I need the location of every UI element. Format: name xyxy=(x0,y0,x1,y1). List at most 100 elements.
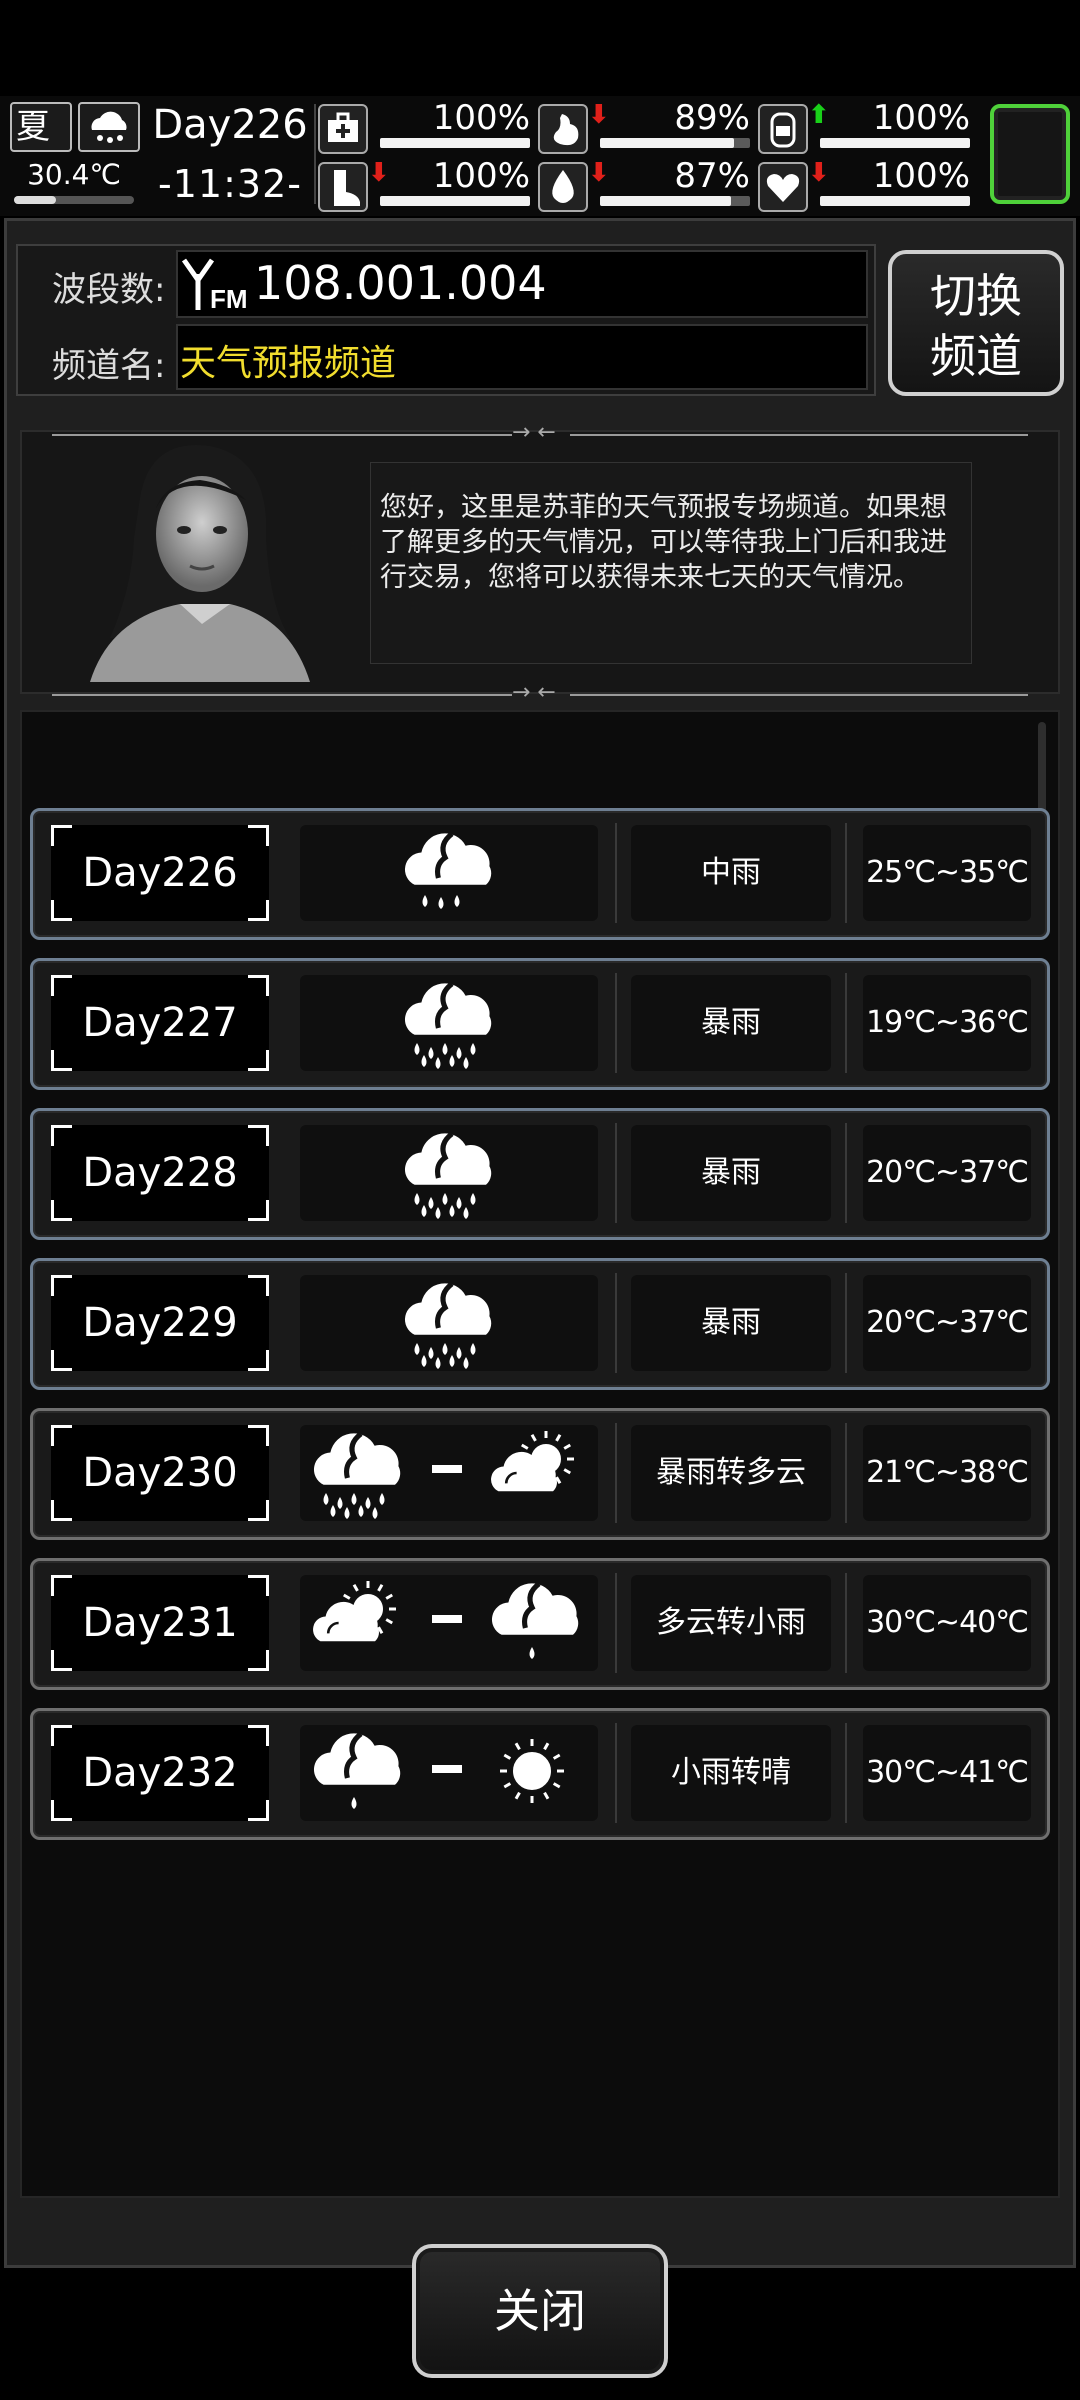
forecast-temperature: 19℃~36℃ xyxy=(863,975,1031,1071)
season-badge: 夏 xyxy=(10,102,72,152)
divider xyxy=(615,823,617,923)
divider xyxy=(615,1273,617,1373)
forecast-day: Day229 xyxy=(82,1300,238,1346)
forecast-day-cell: Day227 xyxy=(51,975,269,1071)
forecast-day-cell: Day232 xyxy=(51,1725,269,1821)
transition-dash-icon xyxy=(432,1465,462,1473)
fm-label: FM xyxy=(210,284,248,314)
forecast-temperature: 25℃~35℃ xyxy=(863,825,1031,921)
divider xyxy=(615,1123,617,1223)
inventory-slot-button[interactable] xyxy=(990,104,1070,204)
forecast-day: Day230 xyxy=(82,1450,238,1496)
band-label: 波段数: xyxy=(52,270,166,310)
divider xyxy=(845,1423,847,1523)
forecast-day-cell: Day226 xyxy=(51,825,269,921)
forecast-row[interactable]: Day228 暴雨 20℃~37℃ xyxy=(30,1108,1050,1240)
divider xyxy=(314,104,316,204)
forecast-day-cell: Day228 xyxy=(51,1125,269,1221)
divider xyxy=(845,1273,847,1373)
current-day: Day226 xyxy=(152,102,308,148)
forecast-row[interactable]: Day232 小雨转晴 30℃~41℃ xyxy=(30,1708,1050,1840)
forecast-row[interactable]: Day227 暴雨 19℃~36℃ xyxy=(30,958,1050,1090)
partly-cloudy-icon xyxy=(313,1581,396,1642)
close-button-label: 关闭 xyxy=(494,2284,586,2338)
divider xyxy=(845,1723,847,1823)
sunny-icon xyxy=(500,1739,564,1803)
stat-bar-fill xyxy=(600,196,731,206)
forecast-temperature: 30℃~41℃ xyxy=(863,1725,1031,1821)
stat-value: 100% xyxy=(432,156,530,196)
stat-bar-fill xyxy=(600,138,734,148)
forecast-icon-cell xyxy=(300,825,598,921)
rainstorm-icon xyxy=(404,981,492,1069)
stat-value: 100% xyxy=(872,156,970,196)
rainstorm-icon xyxy=(313,1431,401,1519)
forecast-row[interactable]: Day229 暴雨 20℃~37℃ xyxy=(30,1258,1050,1390)
switch-channel-button[interactable]: 切换 频道 xyxy=(888,250,1064,396)
forecast-icon-cell xyxy=(300,1275,598,1371)
forecast-icon-cell xyxy=(300,975,598,1071)
divider xyxy=(615,1423,617,1523)
stat-value: 87% xyxy=(674,156,750,196)
forecast-condition: 暴雨 xyxy=(631,1275,831,1371)
rain-light-icon xyxy=(491,1581,579,1659)
forecast-temperature: 20℃~37℃ xyxy=(863,1125,1031,1221)
forecast-temperature: 21℃~38℃ xyxy=(863,1425,1031,1521)
transition-dash-icon xyxy=(432,1765,462,1773)
current-time: -11:32- xyxy=(158,162,302,206)
divider xyxy=(845,973,847,1073)
announcer-message: 您好，这里是苏菲的天气预报专场频道。如果想了解更多的天气情况，可以等待我上门后和… xyxy=(380,492,947,593)
forecast-temperature: 20℃~37℃ xyxy=(863,1275,1031,1371)
forecast-day: Day227 xyxy=(82,1000,238,1046)
announcer-portrait xyxy=(70,438,320,682)
stat-bar-fill xyxy=(380,138,530,148)
switch-channel-label-1: 切换 xyxy=(930,269,1022,323)
season-label: 夏 xyxy=(16,107,50,147)
stat-value: 89% xyxy=(674,98,750,138)
rainstorm-icon xyxy=(404,1281,492,1369)
stat-value: 100% xyxy=(432,98,530,138)
channel-name-label: 频道名: xyxy=(52,346,166,386)
decorative-line xyxy=(52,434,512,436)
forecast-row[interactable]: Day231 多云转小雨 30℃~40℃ xyxy=(30,1558,1050,1690)
divider xyxy=(615,1723,617,1823)
forecast-day: Day228 xyxy=(82,1150,238,1196)
forecast-condition: 中雨 xyxy=(631,825,831,921)
forecast-day: Day232 xyxy=(82,1750,238,1796)
forecast-condition: 暴雨 xyxy=(631,1125,831,1221)
temperature-readout: 30.4℃ xyxy=(27,158,121,191)
forecast-day: Day226 xyxy=(82,850,238,896)
rain-medium-icon xyxy=(404,831,492,909)
divider xyxy=(845,1123,847,1223)
forecast-condition: 暴雨 xyxy=(631,975,831,1071)
forecast-row[interactable]: Day226 中雨 25℃~35℃ xyxy=(30,808,1050,940)
forecast-icon-cell xyxy=(300,1425,598,1521)
antenna-icon: FM xyxy=(180,254,250,314)
forecast-icon-cell xyxy=(300,1575,598,1671)
forecast-day: Day231 xyxy=(82,1600,238,1646)
forecast-condition: 多云转小雨 xyxy=(631,1575,831,1671)
divider xyxy=(845,1573,847,1673)
forecast-condition: 暴雨转多云 xyxy=(631,1425,831,1521)
transition-dash-icon xyxy=(432,1615,462,1623)
decorative-arrow-icon: → ← xyxy=(512,680,556,705)
stat-bar-fill xyxy=(380,196,530,206)
close-button[interactable]: 关闭 xyxy=(412,2244,668,2378)
forecast-condition: 小雨转晴 xyxy=(631,1725,831,1821)
partly-cloudy-icon xyxy=(491,1431,574,1492)
rainstorm-icon xyxy=(404,1131,492,1219)
stat-value: 100% xyxy=(872,98,970,138)
decorative-line xyxy=(570,434,1028,436)
forecast-row[interactable]: Day230 暴雨转多云 21℃~38℃ xyxy=(30,1408,1050,1540)
channel-name-value: 天气预报频道 xyxy=(180,343,397,384)
decorative-arrow-icon: → ← xyxy=(512,420,556,445)
divider xyxy=(845,823,847,923)
divider xyxy=(615,973,617,1073)
forecast-temperature: 30℃~40℃ xyxy=(863,1575,1031,1671)
forecast-icon-cell xyxy=(300,1725,598,1821)
decorative-line xyxy=(52,694,512,696)
divider xyxy=(615,1573,617,1673)
stat-bar-fill xyxy=(820,196,970,206)
rain-light-icon xyxy=(313,1731,401,1809)
switch-channel-label-2: 频道 xyxy=(930,329,1022,383)
